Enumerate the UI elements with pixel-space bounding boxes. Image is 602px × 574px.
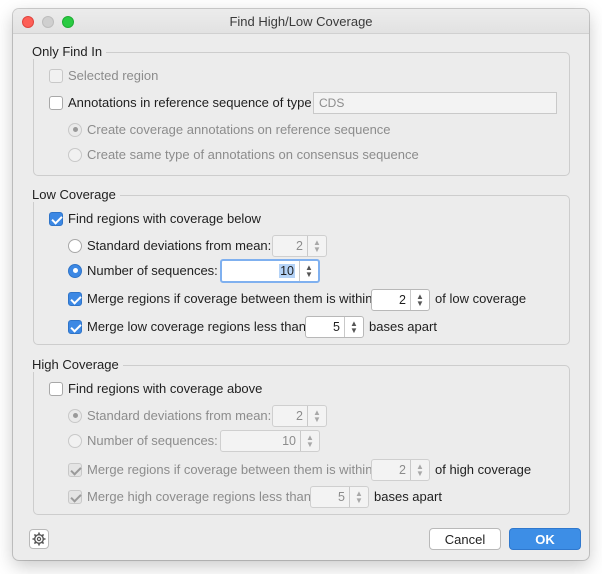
low-merge-within-stepper[interactable]: ▲ ▼ xyxy=(410,290,429,310)
low-find-option[interactable]: Find regions with coverage below xyxy=(49,211,261,226)
high-merge-less-suffix: bases apart xyxy=(374,489,442,504)
high-numseq-label: Number of sequences: xyxy=(87,433,218,448)
low-merge-less-value: 5 xyxy=(333,320,340,334)
low-numseq-spinner[interactable]: 10 ▲ ▼ xyxy=(220,259,320,283)
low-stddev-value: 2 xyxy=(296,239,303,253)
low-merge-within-label: Merge regions if coverage between them i… xyxy=(87,291,373,306)
low-merge-less-option[interactable]: Merge low coverage regions less than xyxy=(68,319,306,334)
chevron-down-icon: ▼ xyxy=(305,270,313,279)
high-find-option[interactable]: Find regions with coverage above xyxy=(49,381,262,396)
low-numseq-value[interactable]: 10 xyxy=(279,264,295,278)
low-find-label: Find regions with coverage below xyxy=(68,211,261,226)
reference-annotations-label: Create coverage annotations on reference… xyxy=(87,122,391,137)
high-merge-less-option[interactable]: Merge high coverage regions less than xyxy=(68,489,311,504)
high-merge-within-spinner[interactable]: 2 ▲ ▼ xyxy=(371,459,430,481)
high-merge-less-label: Merge high coverage regions less than xyxy=(87,489,312,504)
annotations-label: Annotations in reference sequence of typ… xyxy=(68,95,312,110)
high-numseq-option[interactable]: Number of sequences: xyxy=(68,433,218,448)
low-numseq-label: Number of sequences: xyxy=(87,263,218,278)
ok-button[interactable]: OK xyxy=(509,528,581,550)
low-numseq-option[interactable]: Number of sequences: xyxy=(68,263,218,278)
low-merge-within-checkbox[interactable] xyxy=(68,291,82,306)
high-merge-within-suffix: of high coverage xyxy=(435,462,532,477)
high-numseq-value: 10 xyxy=(282,434,296,448)
annotations-option[interactable]: Annotations in reference sequence of typ… xyxy=(49,95,312,110)
high-merge-within-checkbox[interactable] xyxy=(68,462,82,477)
annotation-type-field[interactable]: CDS xyxy=(313,92,557,114)
cancel-button[interactable]: Cancel xyxy=(429,528,501,550)
low-stddev-spinner[interactable]: 2 ▲ ▼ xyxy=(272,235,327,257)
low-numseq-stepper[interactable]: ▲ ▼ xyxy=(299,261,318,281)
high-merge-within-value: 2 xyxy=(399,463,406,477)
selected-region-label: Selected region xyxy=(68,68,159,83)
high-merge-less-checkbox[interactable] xyxy=(68,489,82,504)
consensus-annotations-radio[interactable] xyxy=(68,147,82,162)
high-numseq-spinner[interactable]: 10 ▲ ▼ xyxy=(220,430,320,452)
reference-annotations-option[interactable]: Create coverage annotations on reference… xyxy=(68,122,391,137)
low-merge-within-suffix: of low coverage xyxy=(435,291,527,306)
settings-button[interactable] xyxy=(29,529,49,549)
reference-annotations-radio[interactable] xyxy=(68,122,82,137)
chevron-down-icon: ▼ xyxy=(306,440,314,449)
chevron-down-icon: ▼ xyxy=(350,326,358,335)
low-find-checkbox[interactable] xyxy=(49,211,63,226)
low-merge-within-value: 2 xyxy=(399,293,406,307)
high-merge-less-spinner[interactable]: 5 ▲ ▼ xyxy=(310,486,369,508)
high-merge-within-option[interactable]: Merge regions if coverage between them i… xyxy=(68,462,372,477)
low-stddev-stepper[interactable]: ▲ ▼ xyxy=(307,236,326,256)
low-stddev-radio[interactable] xyxy=(68,238,82,253)
selected-region-checkbox[interactable] xyxy=(49,68,63,83)
chevron-down-icon: ▼ xyxy=(313,245,321,254)
low-merge-within-spinner[interactable]: 2 ▲ ▼ xyxy=(371,289,430,311)
title-bar: Find High/Low Coverage xyxy=(13,9,589,34)
high-coverage-title: High Coverage xyxy=(32,357,123,372)
low-merge-less-checkbox[interactable] xyxy=(68,319,82,334)
high-merge-less-stepper[interactable]: ▲ ▼ xyxy=(349,487,368,507)
high-find-label: Find regions with coverage above xyxy=(68,381,263,396)
low-merge-less-label: Merge low coverage regions less than xyxy=(87,319,306,334)
chevron-down-icon: ▼ xyxy=(416,299,424,308)
high-merge-within-label: Merge regions if coverage between them i… xyxy=(87,462,373,477)
low-stddev-option[interactable]: Standard deviations from mean: xyxy=(68,238,271,253)
selected-region-option[interactable]: Selected region xyxy=(49,68,158,83)
low-merge-less-suffix: bases apart xyxy=(369,319,437,334)
only-find-in-title: Only Find In xyxy=(32,44,107,59)
low-merge-less-stepper[interactable]: ▲ ▼ xyxy=(344,317,363,337)
high-numseq-radio[interactable] xyxy=(68,433,82,448)
high-stddev-stepper[interactable]: ▲ ▼ xyxy=(307,406,326,426)
high-stddev-radio[interactable] xyxy=(68,408,82,423)
low-coverage-title: Low Coverage xyxy=(32,187,120,202)
high-merge-less-value: 5 xyxy=(338,490,345,504)
chevron-down-icon: ▼ xyxy=(416,469,424,478)
high-stddev-option[interactable]: Standard deviations from mean: xyxy=(68,408,271,423)
high-find-checkbox[interactable] xyxy=(49,381,63,396)
chevron-down-icon: ▼ xyxy=(355,496,363,505)
high-stddev-spinner[interactable]: 2 ▲ ▼ xyxy=(272,405,327,427)
chevron-down-icon: ▼ xyxy=(313,415,321,424)
gear-icon xyxy=(32,532,46,546)
high-merge-within-stepper[interactable]: ▲ ▼ xyxy=(410,460,429,480)
window-title: Find High/Low Coverage xyxy=(229,14,373,29)
low-merge-less-spinner[interactable]: 5 ▲ ▼ xyxy=(305,316,364,338)
consensus-annotations-label: Create same type of annotations on conse… xyxy=(87,147,419,162)
low-numseq-radio[interactable] xyxy=(68,263,82,278)
annotations-checkbox[interactable] xyxy=(49,95,63,110)
consensus-annotations-option[interactable]: Create same type of annotations on conse… xyxy=(68,147,419,162)
high-stddev-value: 2 xyxy=(296,409,303,423)
low-stddev-label: Standard deviations from mean: xyxy=(87,238,272,253)
dialog-window: Find High/Low Coverage Only Find In Sele… xyxy=(13,9,589,560)
high-numseq-stepper[interactable]: ▲ ▼ xyxy=(300,431,319,451)
low-merge-within-option[interactable]: Merge regions if coverage between them i… xyxy=(68,291,372,306)
high-stddev-label: Standard deviations from mean: xyxy=(87,408,272,423)
